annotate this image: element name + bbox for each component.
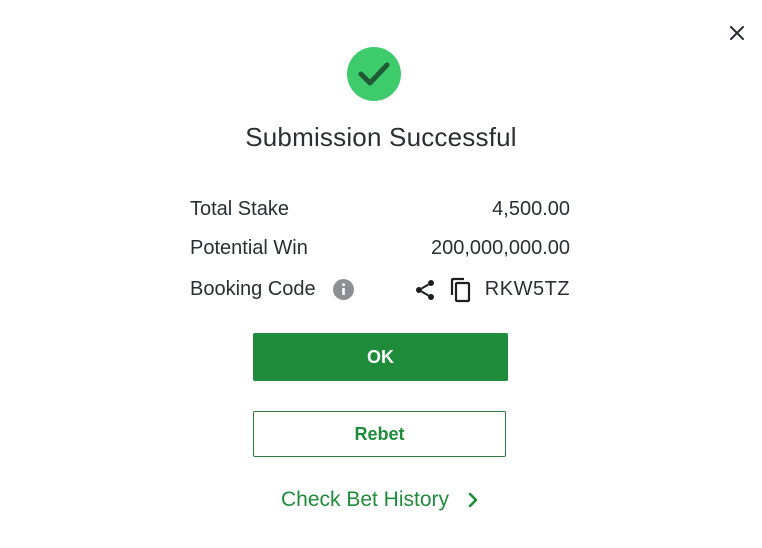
info-icon[interactable] [332, 279, 354, 300]
potential-win-label: Potential Win [190, 237, 308, 259]
booking-code-value: RKW5TZ [484, 278, 570, 300]
ok-button[interactable]: OK [253, 333, 508, 381]
total-stake-label: Total Stake [190, 198, 289, 220]
success-badge [347, 47, 401, 101]
close-button[interactable] [726, 22, 748, 44]
rebet-button[interactable]: Rebet [253, 411, 506, 457]
total-stake-value: 4,500.00 [492, 198, 570, 220]
dialog-title: Submission Successful [245, 122, 517, 152]
total-stake-row: Total Stake 4,500.00 [190, 190, 570, 229]
bet-summary: Total Stake 4,500.00 Potential Win 200,0… [190, 190, 570, 309]
copy-icon[interactable] [447, 277, 473, 303]
close-icon [730, 26, 744, 40]
check-bet-history-link[interactable]: Check Bet History [0, 488, 762, 512]
submission-dialog: Submission Successful Total Stake 4,500.… [0, 0, 762, 548]
check-bet-history-label: Check Bet History [280, 488, 450, 511]
potential-win-value: 200,000,000.00 [430, 237, 570, 259]
checkmark-icon [358, 62, 390, 86]
booking-code-actions: RKW5TZ [412, 277, 570, 303]
chevron-right-icon [467, 490, 481, 510]
booking-code-label: Booking Code [190, 278, 316, 300]
booking-code-row: Booking Code RKW5TZ [190, 270, 570, 309]
share-icon[interactable] [412, 277, 438, 303]
potential-win-row: Potential Win 200,000,000.00 [190, 229, 570, 268]
booking-code-label-group: Booking Code [190, 278, 354, 301]
